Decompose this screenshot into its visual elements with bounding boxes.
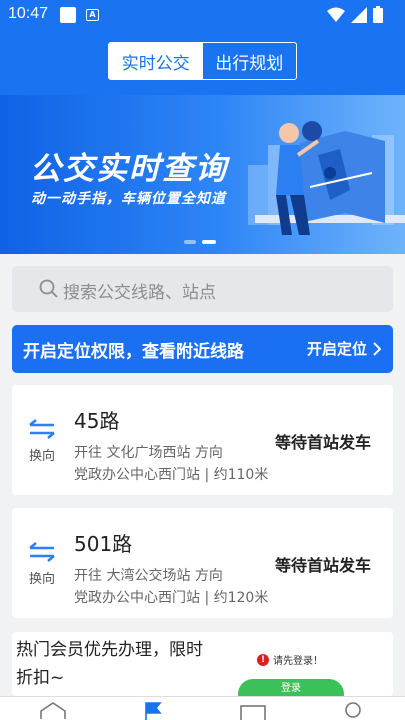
bottom-tab-bar [0,696,405,720]
banner-subtitle: 动一动手指，车辆位置全知道 [31,191,226,207]
status-time: 10:47 [8,5,49,22]
message-icon[interactable] [238,701,268,720]
enable-location-button[interactable]: 开启定位 [307,338,381,359]
route-stop: 党政办公中心西门站 | 约120米 [74,590,269,606]
swap-direction-button[interactable]: 换向 [28,542,56,587]
route-direction: 开往 大湾公交场站 方向 [74,568,223,584]
swap-direction-button[interactable]: 换向 [28,419,56,464]
status-bar: 10:47 A [0,0,405,30]
login-tip-text: 请先登录！ [273,656,323,667]
mode-tabs: 实时公交 出行规划 [108,42,297,80]
error-icon: ! [257,653,269,666]
route-name: 501路 [74,532,133,556]
search-icon [39,279,58,298]
banner-title: 公交实时查询 [30,151,228,187]
route-card[interactable]: 换向 45路 开往 文化广场西站 方向 党政办公中心西门站 | 约110米 等待… [12,385,393,495]
notification-icon [60,7,76,23]
route-name: 45路 [74,409,120,433]
route-status: 等待首站发车 [274,433,371,452]
search-bar[interactable]: 搜索公交线路、站点 [12,266,393,312]
tab-trip-planning[interactable]: 出行规划 [203,43,297,79]
signal-icon [351,6,367,23]
location-prompt-text: 开启定位权限，查看附近线路 [23,342,244,362]
app-header: 实时公交 出行规划 [0,30,405,95]
route-card[interactable]: 换向 501路 开往 大湾公交场站 方向 党政办公中心西门站 | 约120米 等… [12,508,393,618]
enable-location-label: 开启定位 [306,340,367,358]
membership-promo-card[interactable]: 热门会员优先办理，限时折扣~ ! 请先登录！ 登录 [12,632,393,696]
swap-label: 换向 [28,449,55,464]
route-direction: 开往 文化广场西站 方向 [74,445,223,461]
tab-realtime-bus[interactable]: 实时公交 [109,43,203,79]
promo-banner[interactable]: 公交实时查询 动一动手指，车辆位置全知道 [0,95,405,254]
chevron-right-icon [373,341,381,356]
flag-icon[interactable] [138,701,168,720]
wifi-icon [327,7,345,22]
swap-arrows-icon [29,542,55,562]
banner-pagination [184,240,216,244]
route-stop: 党政办公中心西门站 | 约110米 [74,467,269,483]
banner-dot[interactable] [184,240,196,244]
promo-text: 热门会员优先办理，限时折扣~ [16,640,203,688]
banner-dot-active[interactable] [202,240,216,244]
swap-label: 换向 [28,572,55,587]
search-placeholder: 搜索公交线路、站点 [63,283,216,303]
route-status: 等待首站发车 [274,556,371,575]
profile-icon[interactable] [338,701,368,720]
home-icon[interactable] [38,701,68,720]
login-tip: ! 请先登录！ [257,652,323,667]
login-button[interactable]: 登录 [238,679,344,696]
app-notification-icon: A [86,9,99,21]
battery-icon [373,6,383,23]
location-permission-bar[interactable]: 开启定位权限，查看附近线路 开启定位 [12,325,393,373]
swap-arrows-icon [29,419,55,439]
